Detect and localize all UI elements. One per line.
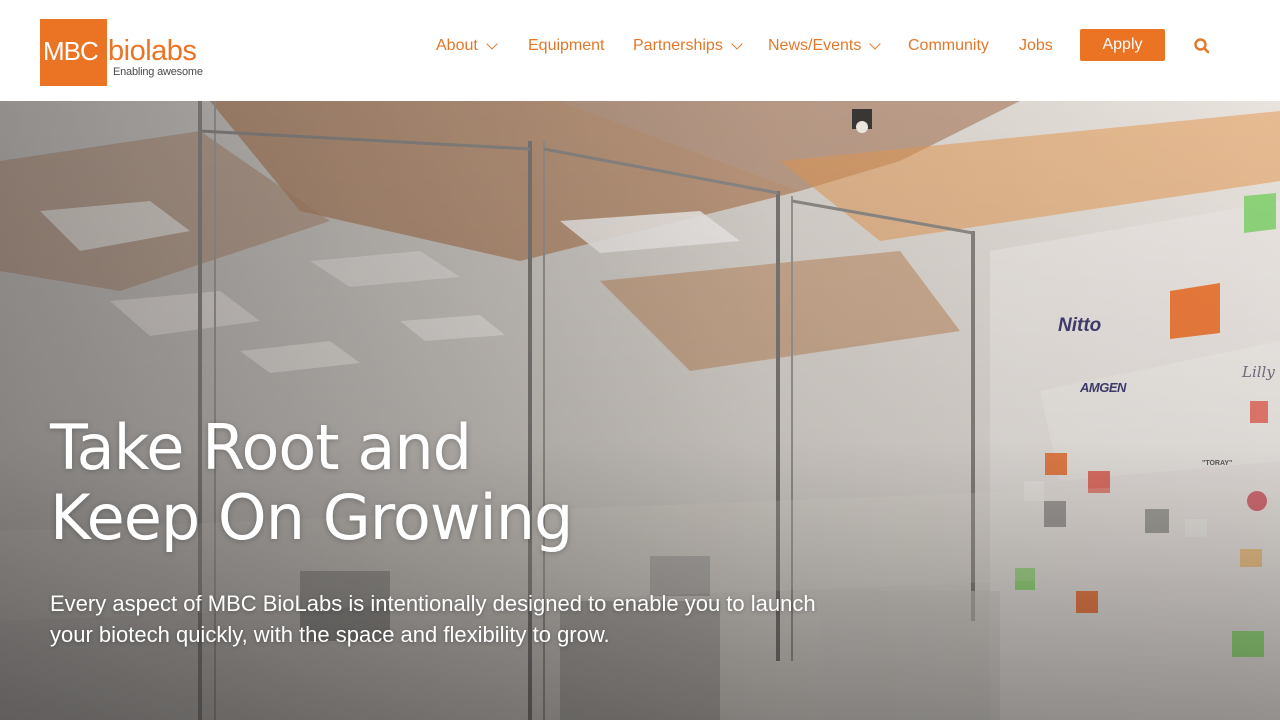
- wall-logo-lilly: Lilly: [1242, 363, 1275, 381]
- chevron-down-icon: [731, 37, 743, 50]
- site-header: MBC biolabs Enabling awesome About Equip…: [0, 0, 1280, 101]
- hero-title-line-2: Keep On Growing: [50, 481, 573, 554]
- mbc-biolabs-logo[interactable]: MBC biolabs Enabling awesome: [40, 19, 203, 86]
- nav-news-events-label: News/Events: [768, 37, 862, 54]
- apply-button[interactable]: Apply: [1080, 29, 1165, 61]
- search-icon: [1194, 38, 1210, 54]
- logo-mbc-text: MBC: [43, 36, 99, 66]
- chevron-down-icon: [869, 37, 882, 50]
- logo-tagline: Enabling awesome: [113, 66, 203, 78]
- wall-logo-amgen: AMGEN: [1080, 380, 1126, 395]
- nav-partnerships[interactable]: Partnerships: [633, 34, 743, 58]
- nav-community[interactable]: Community: [908, 34, 989, 58]
- nav-jobs-label: Jobs: [1019, 37, 1053, 54]
- nav-about-label: About: [436, 37, 478, 54]
- hero-section: Nitto AMGEN Lilly "TORAY" Take Root and …: [0, 101, 1280, 720]
- nav-jobs[interactable]: Jobs: [1019, 34, 1053, 58]
- hero-title-line-1: Take Root and: [50, 411, 472, 484]
- wall-logo-toray: "TORAY": [1202, 460, 1233, 467]
- logo-biolabs-text: biolabs: [108, 35, 197, 67]
- nav-community-label: Community: [908, 37, 989, 54]
- hero-subtitle: Every aspect of MBC BioLabs is intention…: [50, 591, 816, 647]
- nav-news-events[interactable]: News/Events: [768, 34, 882, 58]
- hero-title: Take Root and Keep On Growing: [50, 413, 750, 553]
- chevron-down-icon: [486, 37, 498, 50]
- nav-about[interactable]: About: [436, 34, 498, 58]
- wall-logo-nitto: Nitto: [1058, 315, 1102, 336]
- nav-partnerships-label: Partnerships: [633, 37, 723, 54]
- search-button[interactable]: [1192, 36, 1212, 56]
- nav-equipment-label: Equipment: [528, 37, 605, 54]
- nav-equipment[interactable]: Equipment: [528, 34, 605, 58]
